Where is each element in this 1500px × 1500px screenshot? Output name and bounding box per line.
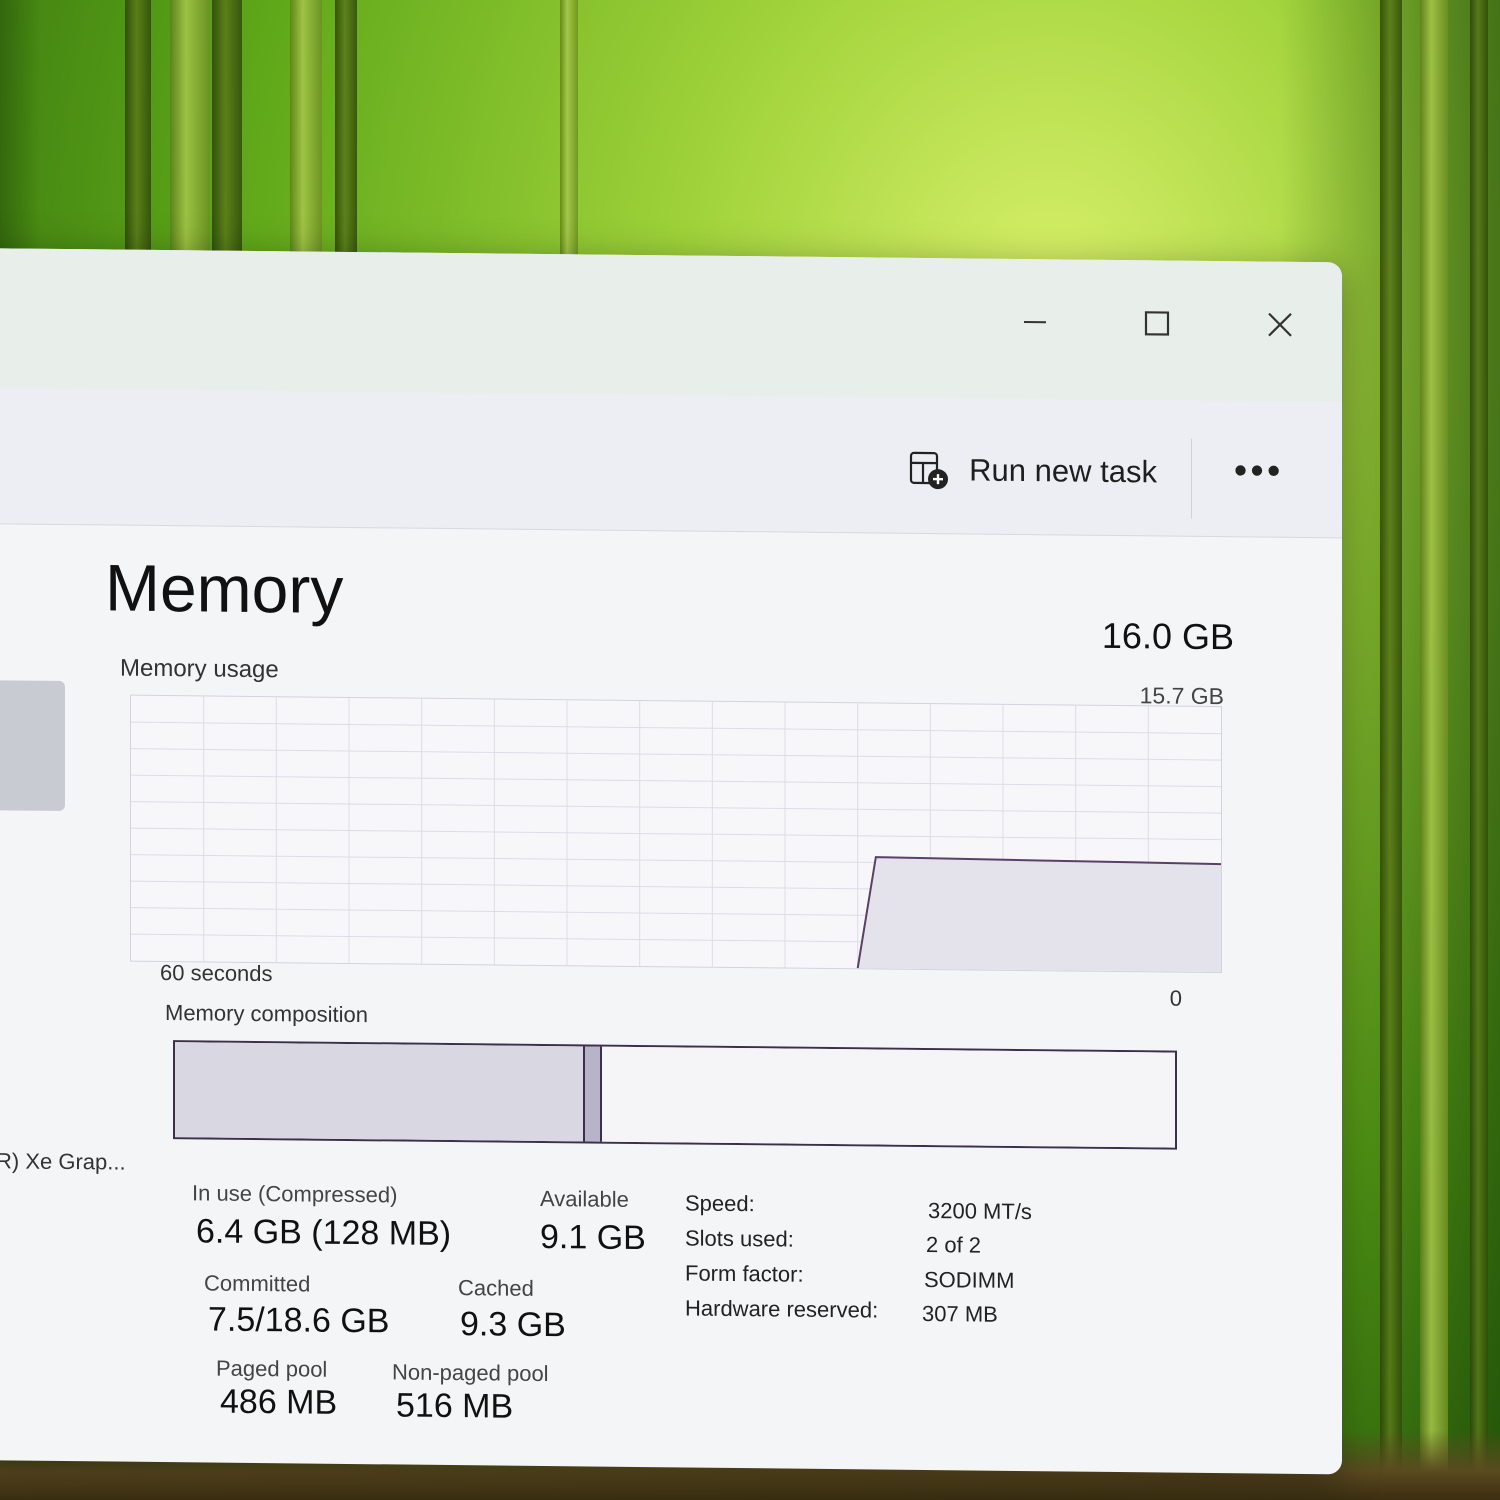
close-button[interactable] (1255, 299, 1305, 350)
minimize-button[interactable] (1010, 297, 1060, 348)
grid-line-horizontal (131, 748, 1221, 761)
more-icon: ••• (1234, 449, 1284, 491)
sidebar-item-gpu[interactable]: R) Xe Grap... (0, 1148, 126, 1175)
memory-composition-label: Memory composition (165, 1000, 368, 1028)
speed-label: Speed: (685, 1190, 755, 1217)
non-paged-pool-label: Non-paged pool (392, 1359, 549, 1387)
grid-line-horizontal (131, 801, 1221, 814)
memory-composition-bar (173, 1040, 1177, 1150)
page-title: Memory (105, 550, 344, 627)
task-manager-window: Run new task ••• R) Xe Grap... Memory 16… (0, 248, 1342, 1475)
run-new-task-icon (910, 451, 949, 490)
form-factor-value: SODIMM (924, 1266, 1015, 1293)
composition-segment-standby-free (602, 1046, 1175, 1148)
slots-used-value: 2 of 2 (926, 1232, 982, 1258)
memory-usage-chart (131, 696, 1221, 973)
memory-usage-graph (130, 694, 1222, 974)
hardware-reserved-value: 307 MB (922, 1300, 998, 1327)
close-icon (1268, 312, 1292, 337)
maximize-icon (1144, 311, 1170, 336)
run-new-task-label: Run new task (969, 452, 1157, 490)
speed-value: 3200 MT/s (928, 1198, 1032, 1225)
sidebar-selected-item[interactable] (0, 680, 65, 811)
maximize-button[interactable] (1132, 298, 1182, 349)
available-value: 9.1 GB (540, 1217, 646, 1258)
in-use-label: In use (Compressed) (192, 1180, 398, 1208)
paged-pool-label: Paged pool (216, 1355, 328, 1382)
composition-segment-in-use (175, 1042, 586, 1142)
memory-total: 16.0 GB (1101, 614, 1234, 658)
grid-line-horizontal (131, 827, 1221, 841)
axis-label-60-seconds: 60 seconds (160, 959, 273, 987)
slots-used-label: Slots used: (685, 1225, 794, 1252)
paged-pool-value: 486 MB (220, 1382, 338, 1422)
hardware-reserved-label: Hardware reserved: (685, 1295, 879, 1323)
committed-value: 7.5/18.6 GB (208, 1300, 390, 1341)
command-bar-divider (1191, 438, 1192, 519)
form-factor-label: Form factor: (685, 1260, 804, 1287)
memory-usage-area (131, 857, 1221, 973)
minimize-icon (1024, 321, 1046, 324)
non-paged-pool-value: 516 MB (396, 1386, 514, 1426)
composition-segment-modified (585, 1046, 603, 1142)
cached-value: 9.3 GB (460, 1305, 566, 1345)
grid-line-horizontal (131, 721, 1221, 735)
command-bar: Run new task ••• (0, 388, 1342, 539)
memory-usage-label: Memory usage (120, 654, 279, 684)
available-label: Available (540, 1185, 629, 1212)
grid-line-horizontal (131, 774, 1221, 788)
in-use-value: 6.4 GB (128 MB) (196, 1212, 452, 1254)
axis-label-zero: 0 (1169, 985, 1182, 1011)
cached-label: Cached (458, 1275, 534, 1301)
more-options-button[interactable]: ••• (1234, 449, 1284, 492)
title-bar (0, 248, 1342, 403)
run-new-task-button[interactable]: Run new task (909, 450, 1157, 493)
committed-label: Committed (204, 1270, 311, 1297)
